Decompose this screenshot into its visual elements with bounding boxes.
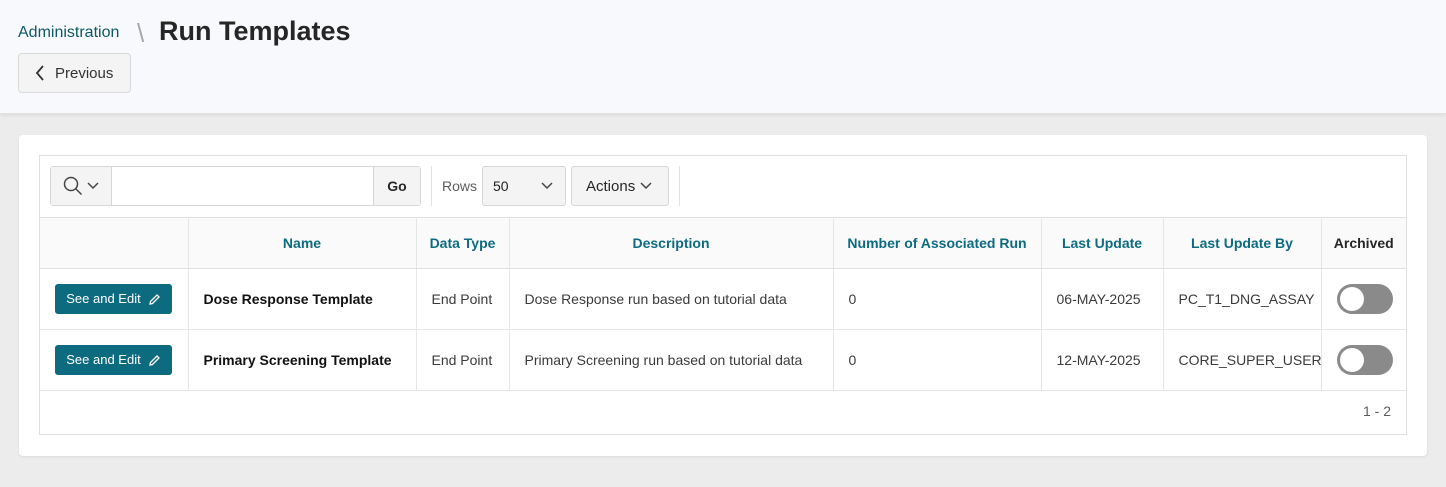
table-header-row: Name Data Type Description Number of Ass… [40, 217, 1406, 269]
previous-button[interactable]: Previous [18, 53, 131, 93]
template-name: Dose Response Template [188, 268, 417, 330]
table-row: See and Edit Primary Screening Template … [40, 329, 1406, 391]
data-type: End Point [416, 268, 510, 330]
edit-cell: See and Edit [40, 268, 189, 330]
column-header-last-update-by[interactable]: Last Update By [1163, 217, 1322, 269]
last-update: 06-MAY-2025 [1041, 268, 1164, 330]
column-header-associated-runs[interactable]: Number of Associated Run [833, 217, 1042, 269]
report-table: Name Data Type Description Number of Ass… [40, 217, 1406, 391]
pagination-range: 1 - 2 [1362, 403, 1391, 419]
search-input[interactable] [113, 167, 373, 205]
archived-cell [1321, 268, 1406, 330]
report-card: Go Rows 50 Actions Name Data Type Descri… [19, 135, 1427, 456]
toolbar-divider [431, 166, 432, 206]
associated-runs: 0 [833, 329, 1042, 391]
description: Primary Screening run based on tutorial … [509, 329, 834, 391]
rows-value: 50 [493, 178, 509, 194]
toggle-knob [1339, 287, 1364, 311]
column-header-name[interactable]: Name [188, 217, 417, 269]
see-and-edit-button[interactable]: See and Edit [55, 284, 172, 314]
column-header-archived: Archived [1321, 217, 1406, 269]
see-and-edit-label: See and Edit [66, 291, 141, 306]
last-update: 12-MAY-2025 [1041, 329, 1164, 391]
actions-label: Actions [586, 177, 636, 195]
search-icon [63, 176, 83, 196]
chevron-left-icon [35, 65, 44, 81]
page-title: Run Templates [159, 16, 351, 46]
description: Dose Response run based on tutorial data [509, 268, 834, 330]
chevron-down-icon [541, 182, 553, 190]
page-header: Administration \ Run Templates Previous [0, 0, 1446, 114]
pencil-icon [148, 293, 160, 305]
see-and-edit-button[interactable]: See and Edit [55, 345, 172, 375]
template-name: Primary Screening Template [188, 329, 417, 391]
report-toolbar: Go Rows 50 Actions [40, 156, 1406, 217]
archived-toggle[interactable] [1336, 345, 1393, 375]
search-bar: Go [50, 166, 421, 206]
column-header-edit [40, 217, 189, 269]
go-button[interactable]: Go [373, 167, 420, 205]
archived-toggle[interactable] [1336, 284, 1393, 314]
breadcrumb-separator: \ [137, 18, 145, 48]
see-and-edit-label: See and Edit [66, 352, 141, 367]
rows-label: Rows [442, 178, 478, 194]
pencil-icon [148, 354, 160, 366]
previous-label: Previous [55, 64, 114, 82]
search-column-menu[interactable] [51, 167, 112, 205]
data-type: End Point [416, 329, 510, 391]
actions-menu-button[interactable]: Actions [571, 166, 669, 206]
edit-cell: See and Edit [40, 329, 189, 391]
rows-select[interactable]: 50 [482, 166, 566, 206]
interactive-report: Go Rows 50 Actions Name Data Type Descri… [39, 155, 1407, 435]
last-update-by: CORE_SUPER_USER [1163, 329, 1322, 391]
column-header-data-type[interactable]: Data Type [416, 217, 510, 269]
archived-cell [1321, 329, 1406, 391]
associated-runs: 0 [833, 268, 1042, 330]
last-update-by: PC_T1_DNG_ASSAY [1163, 268, 1322, 330]
column-header-description[interactable]: Description [509, 217, 834, 269]
toggle-knob [1339, 348, 1364, 372]
column-header-last-update[interactable]: Last Update [1041, 217, 1164, 269]
breadcrumb-administration[interactable]: Administration [18, 24, 119, 42]
chevron-down-icon [87, 182, 99, 190]
table-row: See and Edit Dose Response Template End … [40, 268, 1406, 330]
chevron-down-icon [640, 182, 652, 190]
toolbar-divider [679, 166, 680, 206]
